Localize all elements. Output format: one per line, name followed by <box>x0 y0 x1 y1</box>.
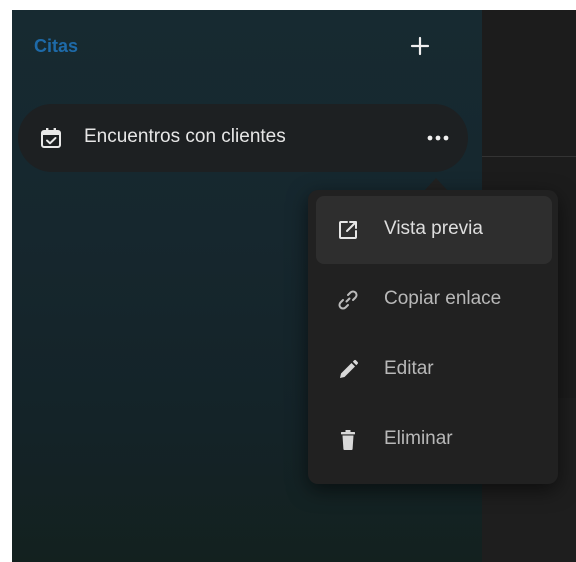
pencil-icon <box>340 359 359 378</box>
menu-item-label: Editar <box>384 358 434 379</box>
menu-item-preview[interactable]: Vista previa <box>316 196 552 264</box>
plus-icon <box>410 36 430 56</box>
link-icon <box>338 290 358 310</box>
sidebar-item-label: Encuentros con clientes <box>84 126 286 147</box>
menu-item-label: Copiar enlace <box>384 288 502 309</box>
menu-item-label: Eliminar <box>384 428 453 449</box>
menu-item-delete[interactable]: Eliminar <box>316 406 552 474</box>
calendar-check-icon <box>41 128 61 148</box>
trash-icon <box>341 430 355 450</box>
sidebar-item-encuentros[interactable]: Encuentros con clientes <box>18 104 468 172</box>
more-options-button[interactable] <box>422 124 454 152</box>
open-external-icon <box>339 221 357 239</box>
more-horizontal-icon <box>427 135 449 141</box>
app-window: Citas Encuentros con clientes Vista prev… <box>12 10 576 562</box>
menu-item-label: Vista previa <box>384 218 483 239</box>
menu-item-edit[interactable]: Editar <box>316 336 552 404</box>
section-header: Citas <box>12 30 452 66</box>
add-button[interactable] <box>406 32 434 60</box>
context-menu: Vista previa Copiar enlace Editar Elimin… <box>308 190 558 484</box>
section-title: Citas <box>34 36 79 56</box>
menu-item-copy-link[interactable]: Copiar enlace <box>316 266 552 334</box>
divider <box>482 156 576 157</box>
